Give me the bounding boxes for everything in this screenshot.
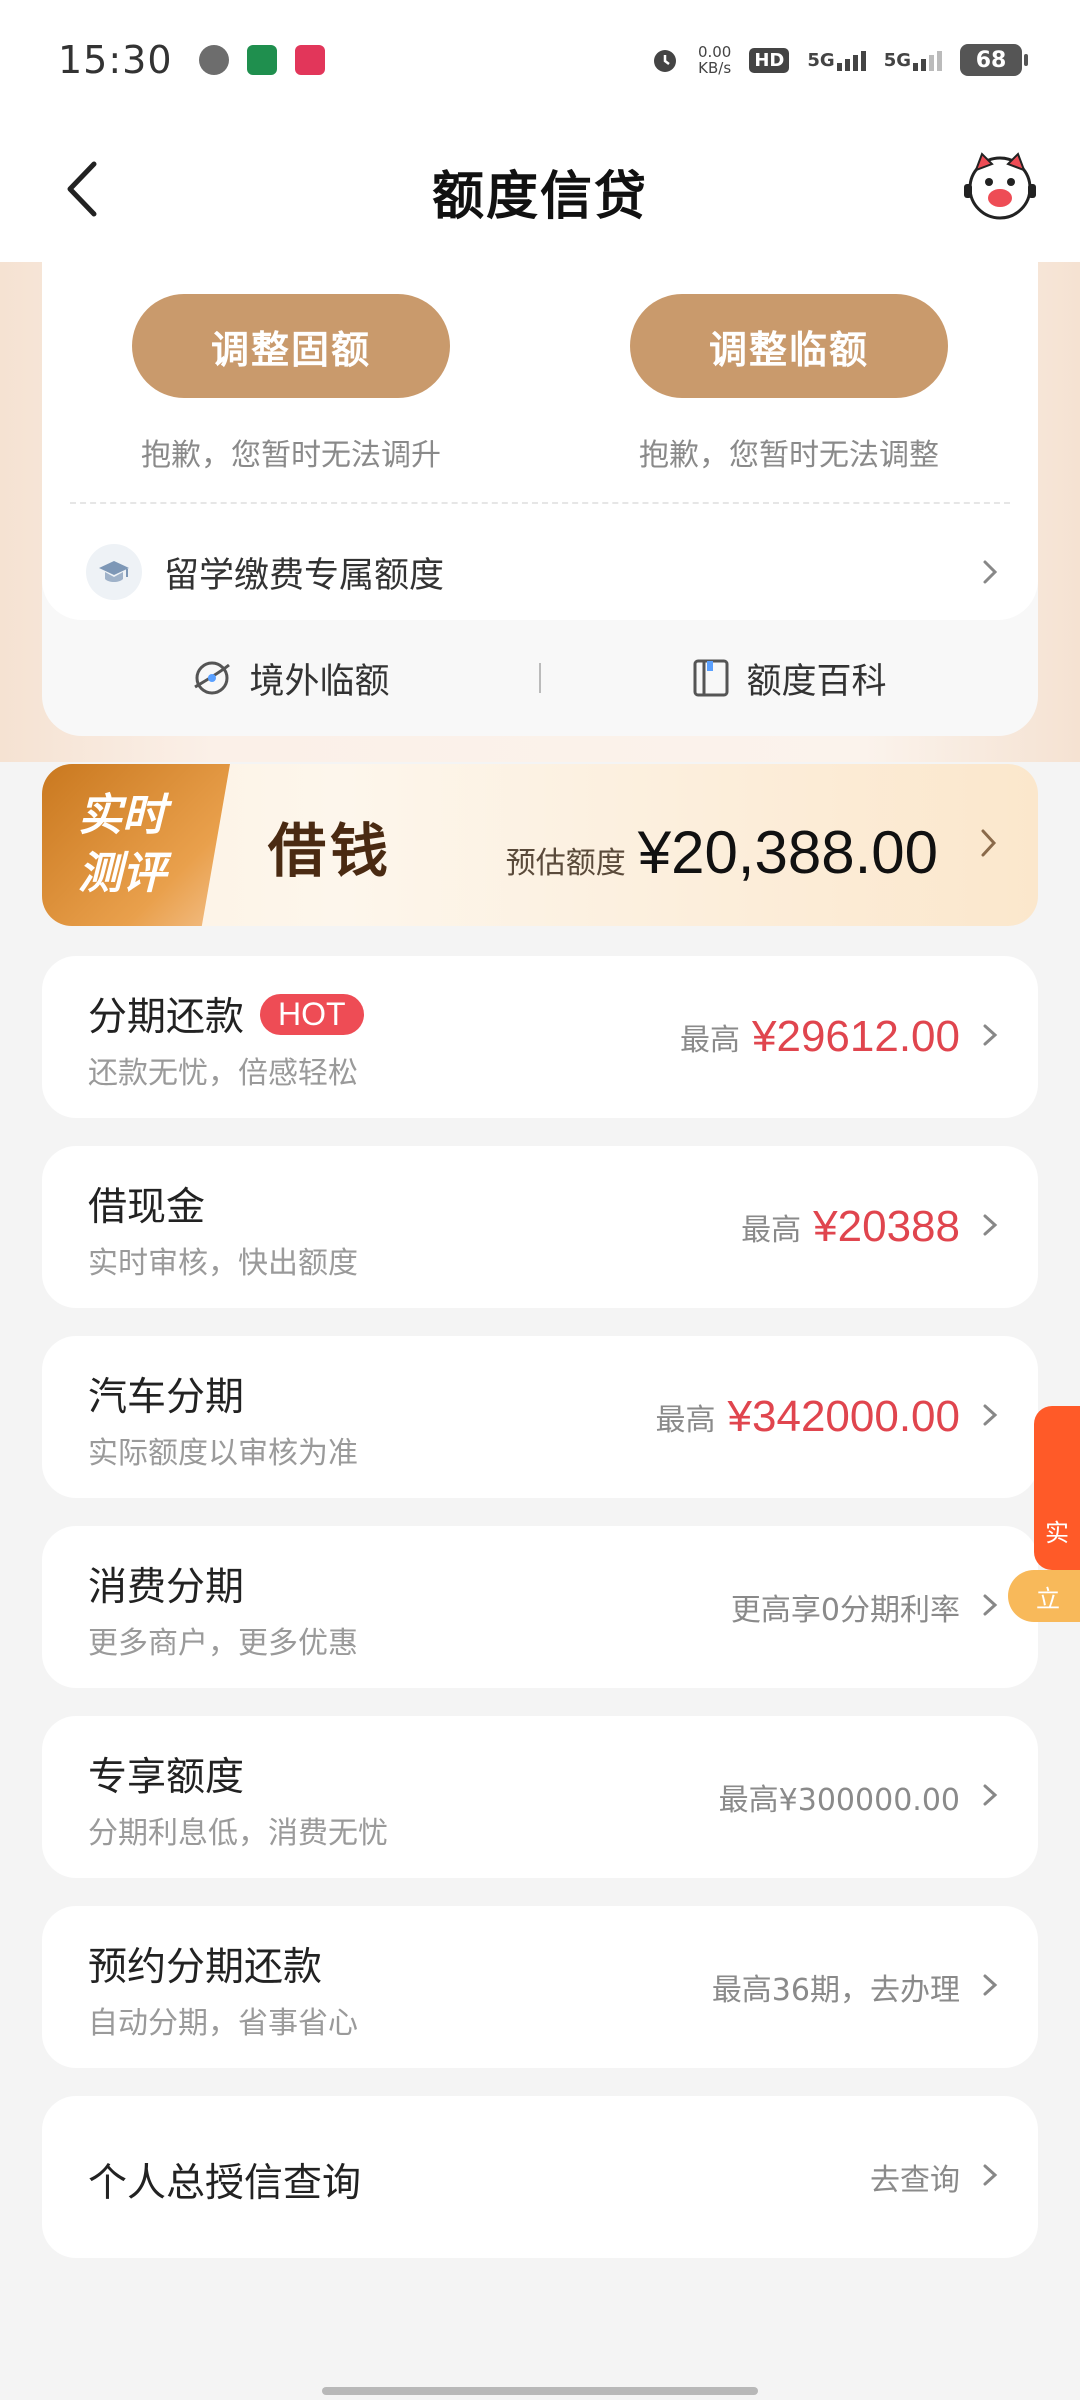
overseas-temp-limit-link[interactable]: 境外临额 <box>42 653 539 704</box>
item-subtitle: 自动分期，省事省心 <box>88 2006 358 2041</box>
item-title: 分期还款 HOT <box>88 986 364 1042</box>
item-max-amount: 最高 ¥342000.00 <box>655 1392 960 1441</box>
adjust-temp-limit-button[interactable]: 调整临额 <box>630 294 948 398</box>
adjust-fixed-limit-note: 抱歉，您暂时无法调升 <box>141 438 441 473</box>
item-right-text: 最高¥300000.00 <box>718 1783 960 1818</box>
study-abroad-limit-label: 留学缴费专属额度 <box>164 555 445 596</box>
chevron-right-icon <box>983 560 998 584</box>
adjust-fixed-limit-button[interactable]: 调整固额 <box>132 294 450 398</box>
item-right-text: 更高享0分期利率 <box>730 1593 960 1628</box>
battery-indicator: 68 <box>960 44 1028 76</box>
network-speed: 0.00 KB/s <box>697 43 732 77</box>
home-indicator[interactable] <box>322 2387 758 2395</box>
chevron-right-icon <box>983 1404 998 1426</box>
alarm-icon <box>653 50 676 72</box>
estimated-limit: 预估额度 ¥20,388.00 <box>506 818 938 887</box>
nav-bar: 额度信贷 <box>0 120 1080 262</box>
back-button[interactable] <box>52 148 112 230</box>
item-title: 专享额度 <box>88 1755 245 1800</box>
hd-badge: HD <box>749 47 790 73</box>
item-right-text: 去查询 <box>870 2163 960 2198</box>
item-subtitle: 还款无忧，倍感轻松 <box>88 1056 358 1091</box>
side-promo[interactable]: 实 <box>1034 1406 1080 1570</box>
item-subtitle: 分期利息低，消费无忧 <box>88 1816 388 1851</box>
credit-inquiry-item[interactable]: 个人总授信查询 去查询 <box>42 2096 1038 2258</box>
chevron-right-icon <box>983 2164 998 2186</box>
limit-wiki-link[interactable]: 额度百科 <box>541 653 1038 704</box>
chevron-right-icon <box>983 1594 998 1616</box>
estimated-limit-amount: ¥20,388.00 <box>637 819 938 886</box>
status-bar: 15:30 0.00 KB/s HD 5G 5G 68 <box>0 0 1080 120</box>
post-app-icon <box>246 45 277 75</box>
limit-tools: 境外临额 额度百科 <box>42 620 1038 736</box>
status-time: 15:30 <box>58 38 173 82</box>
study-abroad-limit-row[interactable]: 留学缴费专属额度 <box>42 524 1038 620</box>
item-subtitle: 实时审核，快出额度 <box>88 1246 358 1281</box>
item-title: 个人总授信查询 <box>88 2161 362 2206</box>
limit-wiki-label: 额度百科 <box>746 661 887 702</box>
status-app-icons <box>198 45 325 75</box>
divider <box>70 502 1010 504</box>
item-subtitle: 更多商户，更多优惠 <box>88 1626 358 1661</box>
hot-badge: HOT <box>260 993 364 1035</box>
adjust-temp-limit-note: 抱歉，您暂时无法调整 <box>639 438 939 473</box>
cash-loan-item[interactable]: 借现金 实时审核，快出额度 最高 ¥20388 <box>42 1146 1038 1308</box>
status-indicators: 0.00 KB/s HD 5G 5G 68 <box>650 43 1028 77</box>
item-title: 借现金 <box>88 1185 206 1230</box>
installment-repay-item[interactable]: 分期还款 HOT 还款无忧，倍感轻松 最高 ¥29612.00 <box>42 956 1038 1118</box>
item-title: 汽车分期 <box>88 1375 245 1420</box>
limit-adjust-panel: 调整固额 抱歉，您暂时无法调升 调整临额 抱歉，您暂时无法调整 留学缴费专属额度 <box>42 262 1038 620</box>
overseas-globe-icon <box>194 661 231 695</box>
realtime-eval-banner[interactable]: 实时 测评 借钱 预估额度 ¥20,388.00 <box>42 764 1038 926</box>
item-title: 消费分期 <box>88 1565 245 1610</box>
page-title: 额度信贷 <box>431 166 648 227</box>
signal-1: 5G <box>807 49 866 71</box>
book-icon <box>693 659 729 697</box>
item-right-text: 最高36期，去办理 <box>711 1973 960 2008</box>
mascot-avatar-icon[interactable] <box>962 148 1038 224</box>
exclusive-limit-item[interactable]: 专享额度 分期利息低，消费无忧 最高¥300000.00 <box>42 1716 1038 1878</box>
chevron-right-icon <box>983 1024 998 1046</box>
estimated-limit-label: 预估额度 <box>505 846 626 881</box>
borrow-title: 借钱 <box>268 817 393 885</box>
realtime-eval-tag: 实时 测评 <box>42 764 230 926</box>
item-max-amount: 最高 ¥29612.00 <box>680 1012 960 1061</box>
chevron-right-icon <box>981 829 997 857</box>
mall-app-icon <box>294 45 325 75</box>
wechat-icon <box>198 45 229 75</box>
chevron-right-icon <box>983 1784 998 1806</box>
graduation-cap-icon <box>86 544 142 600</box>
chevron-right-icon <box>983 1974 998 1996</box>
chevron-right-icon <box>983 1214 998 1236</box>
item-max-amount: 最高 ¥20388 <box>741 1202 960 1251</box>
consumer-installment-item[interactable]: 消费分期 更多商户，更多优惠 更高享0分期利率 <box>42 1526 1038 1688</box>
side-promo-button[interactable]: 立 <box>1008 1570 1080 1622</box>
scheduled-installment-item[interactable]: 预约分期还款 自动分期，省事省心 最高36期，去办理 <box>42 1906 1038 2068</box>
back-arrow-icon <box>67 161 97 217</box>
limit-card: 调整固额 抱歉，您暂时无法调升 调整临额 抱歉，您暂时无法调整 留学缴费专属额度… <box>42 262 1038 736</box>
overseas-temp-limit-label: 境外临额 <box>249 661 390 702</box>
signal-2: 5G <box>884 49 942 71</box>
car-installment-item[interactable]: 汽车分期 实际额度以审核为准 最高 ¥342000.00 <box>42 1336 1038 1498</box>
item-subtitle: 实际额度以审核为准 <box>88 1436 358 1471</box>
item-title: 预约分期还款 <box>88 1945 323 1990</box>
